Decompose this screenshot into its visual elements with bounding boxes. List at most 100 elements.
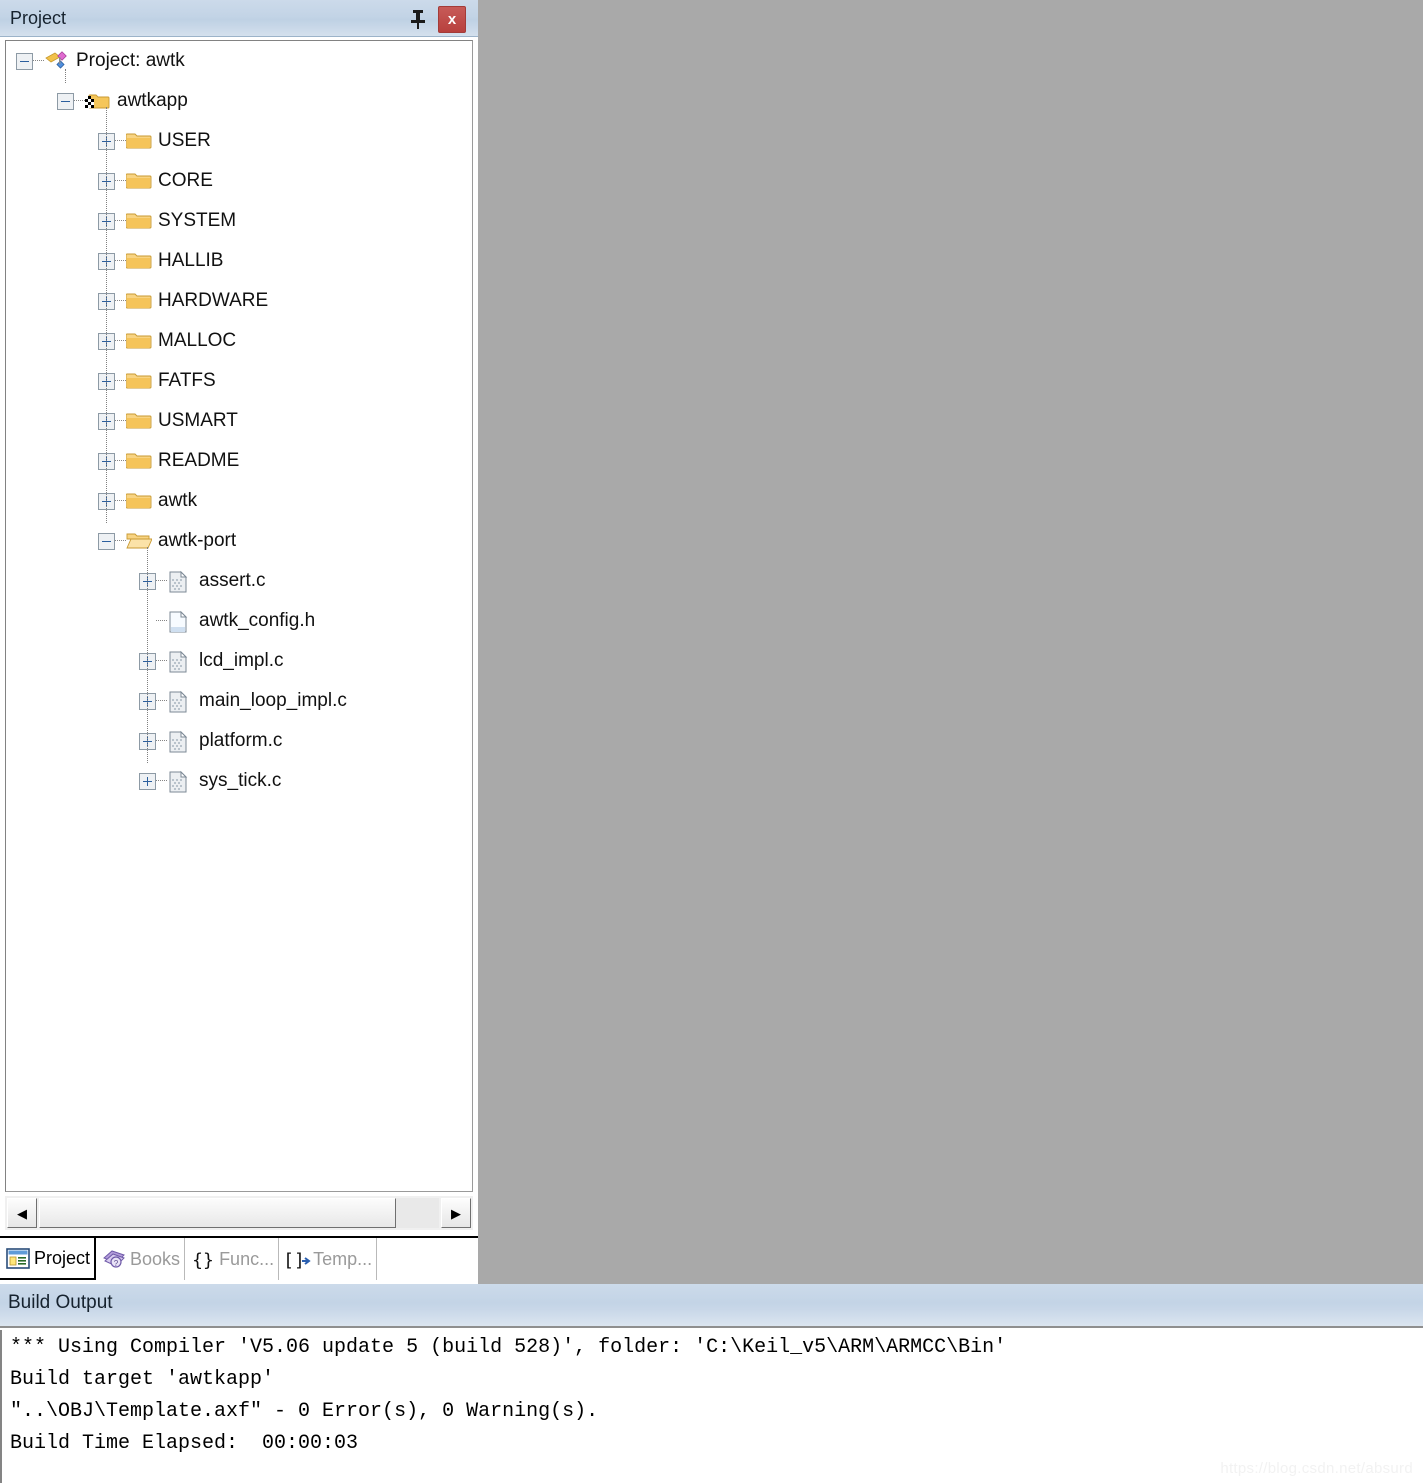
tree-connector-line <box>65 69 67 83</box>
books-icon: ? <box>102 1249 126 1270</box>
hscrollbar-left-arrow-button[interactable]: ◀ <box>7 1198 37 1228</box>
folder-closed-icon <box>125 250 152 272</box>
tree-connector-line <box>147 547 149 763</box>
tree-item-malloc[interactable]: MALLOC <box>6 321 472 361</box>
tree-item-label: Project: awtk <box>76 50 185 71</box>
close-icon: x <box>447 11 457 28</box>
tab-label: Books <box>130 1249 181 1269</box>
tree-item-label: CORE <box>158 170 213 191</box>
tab-label: Project <box>34 1248 91 1268</box>
tree-item-main-loop-impl-c[interactable]: main_loop_impl.c <box>6 681 472 721</box>
tree-connector <box>156 700 167 702</box>
tree-item-core[interactable]: CORE <box>6 161 472 201</box>
tree-connector <box>115 140 126 142</box>
tree-item-hardware[interactable]: HARDWARE <box>6 281 472 321</box>
tree-connector <box>33 60 44 62</box>
tree-connector <box>115 260 126 262</box>
tree-connector <box>115 540 126 542</box>
hscrollbar-right-arrow-button[interactable]: ▶ <box>441 1198 471 1228</box>
tree-item-label: awtk-port <box>158 530 237 551</box>
tree-item-label: platform.c <box>199 730 283 751</box>
tab-books[interactable]: ? Books <box>96 1238 186 1280</box>
tab-label: Temp... <box>313 1249 373 1269</box>
tree-item-system[interactable]: SYSTEM <box>6 201 472 241</box>
folder-closed-icon <box>125 330 152 352</box>
source-file-icon <box>167 570 193 593</box>
folder-closed-icon <box>125 410 152 432</box>
tree-item-label: sys_tick.c <box>199 770 282 791</box>
build-output-line: "..\OBJ\Template.axf" - 0 Error(s), 0 Wa… <box>10 1400 599 1423</box>
build-output-titlebar: Build Output <box>0 1284 1423 1328</box>
source-file-icon <box>167 770 193 793</box>
project-tree[interactable]: Project: awtk awtkapp USER CORE SYSTEM HALLIB… <box>5 40 473 1192</box>
folder-closed-icon <box>125 290 152 312</box>
collapse-toggle-minus-icon[interactable] <box>57 92 74 110</box>
collapse-toggle-minus-icon[interactable] <box>98 532 115 550</box>
tree-item-project-awtk[interactable]: Project: awtk <box>6 41 472 81</box>
tab-temp[interactable]: [] Temp... <box>279 1238 378 1280</box>
tree-item-label: MALLOC <box>158 330 237 351</box>
folder-closed-icon <box>125 370 152 392</box>
folder-closed-icon <box>125 210 152 232</box>
tree-item-sys-tick-c[interactable]: sys_tick.c <box>6 761 472 801</box>
tree-item-label: HALLIB <box>158 250 224 271</box>
project-window-icon <box>6 1247 30 1269</box>
tree-item-label: assert.c <box>199 570 266 591</box>
folder-closed-icon <box>125 130 152 152</box>
tab-project[interactable]: Project <box>0 1238 97 1280</box>
build-output-line: Build target 'awtkapp' <box>10 1368 275 1391</box>
tree-item-awtk[interactable]: awtk <box>6 481 472 521</box>
tree-item-usmart[interactable]: USMART <box>6 401 472 441</box>
project-panel-tabstrip: Project? Books{} Func...[] Temp... <box>0 1236 478 1280</box>
tree-connector <box>156 580 167 582</box>
tree-item-label: awtkapp <box>117 90 188 111</box>
project-panel: Project x Project: awtk awtkapp USER CORE SY… <box>0 0 478 1284</box>
svg-text:{}: {} <box>192 1250 214 1270</box>
source-file-icon <box>167 650 193 673</box>
tree-item-fatfs[interactable]: FATFS <box>6 361 472 401</box>
tree-connector <box>115 420 126 422</box>
tree-item-readme[interactable]: README <box>6 441 472 481</box>
tree-item-user[interactable]: USER <box>6 121 472 161</box>
tree-connector <box>156 780 167 782</box>
tree-item-awtk-config-h[interactable]: awtk_config.h <box>6 601 472 641</box>
tree-item-platform-c[interactable]: platform.c <box>6 721 472 761</box>
tree-item-awtkapp[interactable]: awtkapp <box>6 81 472 121</box>
editor-area[interactable] <box>485 0 1423 1284</box>
tree-item-label: awtk_config.h <box>199 610 316 631</box>
build-output-line: Build Time Elapsed: 00:00:03 <box>10 1432 359 1455</box>
tree-item-assert-c[interactable]: assert.c <box>6 561 472 601</box>
tree-connector <box>115 340 126 342</box>
expand-toggle-plus-icon[interactable] <box>139 772 156 790</box>
close-button[interactable]: x <box>438 6 466 33</box>
tree-item-awtk-port[interactable]: awtk-port <box>6 521 472 561</box>
hscrollbar-thumb[interactable] <box>39 1198 396 1228</box>
tab-func[interactable]: {} Func... <box>185 1238 280 1280</box>
build-output-console[interactable]: *** Using Compiler 'V5.06 update 5 (buil… <box>0 1330 1423 1483</box>
tree-item-label: awtk <box>158 490 198 511</box>
source-file-icon <box>167 690 193 713</box>
project-panel-title: Project <box>10 8 67 28</box>
tree-item-hallib[interactable]: HALLIB <box>6 241 472 281</box>
tabstrip-inner: Project? Books{} Func...[] Temp... <box>0 1238 478 1280</box>
tree-connector <box>115 220 126 222</box>
tree-connector <box>115 300 126 302</box>
collapse-toggle-minus-icon[interactable] <box>16 52 33 70</box>
project-panel-titlebar: Project x <box>0 0 478 37</box>
tree-item-lcd-impl-c[interactable]: lcd_impl.c <box>6 641 472 681</box>
pin-icon[interactable] <box>406 7 430 31</box>
build-output-title: Build Output <box>8 1292 113 1313</box>
project-tree-hscrollbar[interactable]: ◀ ▶ <box>5 1196 473 1230</box>
